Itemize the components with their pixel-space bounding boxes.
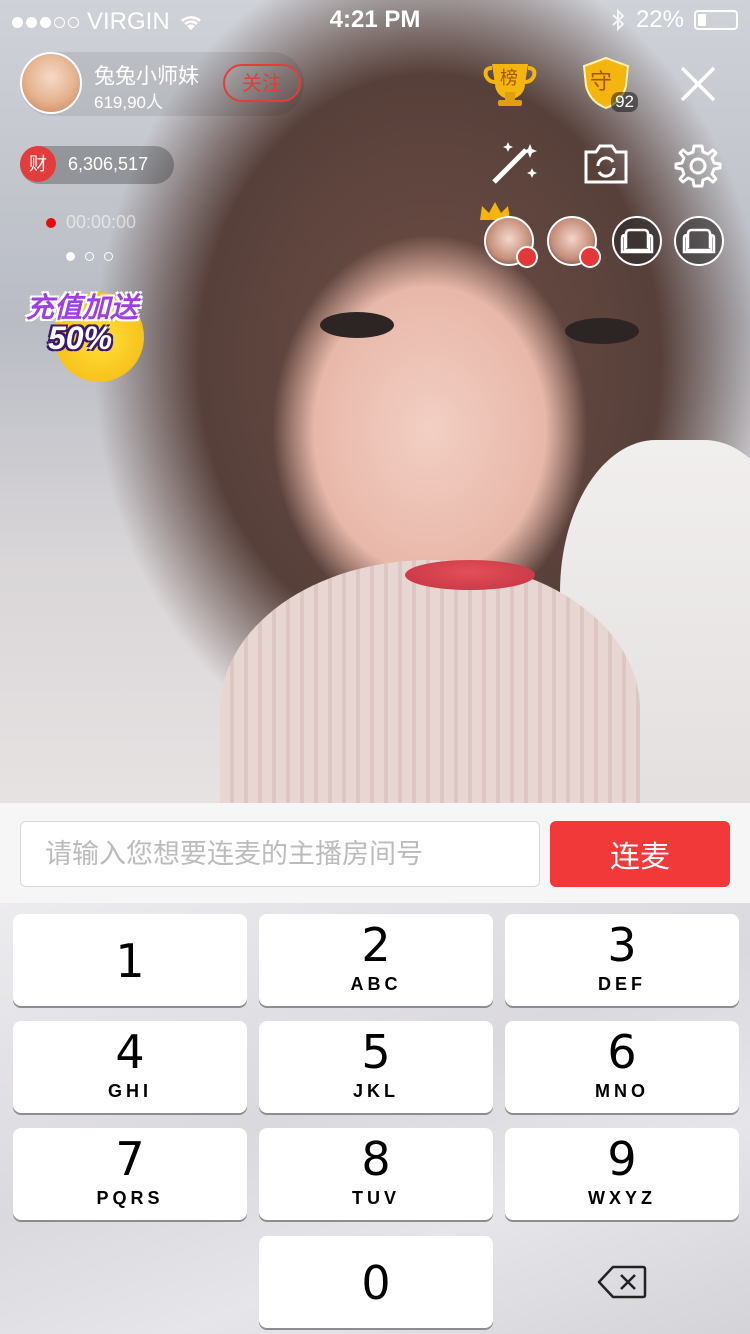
- recharge-promo-banner[interactable]: 充值加送 50%: [26, 272, 158, 382]
- sofa-badge-icon: [579, 246, 601, 268]
- battery-icon: [694, 10, 738, 30]
- wealth-icon: 财: [20, 146, 56, 182]
- rank-label: 榜: [500, 68, 518, 89]
- key-6[interactable]: 6 MNO: [505, 1021, 739, 1113]
- key-4[interactable]: 4 GHI: [13, 1021, 247, 1113]
- follow-button[interactable]: 关注: [223, 64, 301, 102]
- seat-user-1[interactable]: [484, 216, 538, 268]
- seat-user-2[interactable]: [547, 216, 601, 268]
- host-info[interactable]: 兔兔小师妹 619,90人 关注: [20, 52, 304, 116]
- bluetooth-icon: [612, 8, 625, 32]
- guard-count: 92: [611, 92, 638, 112]
- key-1[interactable]: 1: [13, 914, 247, 1006]
- promo-percent: 50%: [48, 320, 113, 356]
- connect-mic-button[interactable]: 连麦: [550, 821, 730, 887]
- key-5[interactable]: 5 JKL: [259, 1021, 493, 1113]
- key-2[interactable]: 2 ABC: [259, 914, 493, 1006]
- switch-camera-icon[interactable]: [578, 138, 634, 190]
- host-avatar[interactable]: [20, 52, 82, 114]
- close-icon[interactable]: [672, 58, 724, 110]
- guard-shield-icon[interactable]: 守 92: [574, 54, 638, 112]
- record-dot-icon: [46, 217, 56, 228]
- wealth-badge[interactable]: 财 6,306,517: [20, 146, 174, 184]
- backspace-icon[interactable]: [505, 1236, 739, 1328]
- sofa-badge-icon: [516, 246, 538, 268]
- host-name: 兔兔小师妹: [94, 65, 199, 88]
- viewer-count: 619,90人: [94, 93, 163, 112]
- battery-percent: 22%: [635, 6, 684, 33]
- timer-value: 00:00:00: [66, 212, 137, 232]
- live-timer: 00:00:00: [46, 212, 136, 233]
- settings-gear-icon[interactable]: [670, 138, 726, 194]
- beauty-wand-icon[interactable]: [485, 138, 543, 188]
- empty-seat-sofa-icon[interactable]: [612, 216, 662, 266]
- key-0[interactable]: 0: [259, 1236, 493, 1328]
- key-3[interactable]: 3 DEF: [505, 914, 739, 1006]
- live-room-screen: VIRGIN 4:21 PM 22% 兔兔小师妹 619,90人 关注 财 6,…: [0, 0, 750, 1334]
- camera-feed: [0, 0, 750, 803]
- guard-label: 守: [590, 70, 613, 95]
- empty-seat-sofa-icon[interactable]: [674, 216, 724, 266]
- page-indicator: [66, 252, 113, 261]
- status-bar: VIRGIN 4:21 PM 22%: [0, 0, 750, 40]
- key-8[interactable]: 8 TUV: [259, 1128, 493, 1220]
- room-number-input[interactable]: [20, 821, 540, 887]
- key-7[interactable]: 7 PQRS: [13, 1128, 247, 1220]
- connect-bar: 连麦: [0, 803, 750, 903]
- wealth-value: 6,306,517: [68, 154, 149, 174]
- numeric-keypad: 1 2 ABC 3 DEF 4 GHI 5 JKL 6 MNO 7 PQRS 8…: [0, 903, 750, 1334]
- rank-trophy-icon[interactable]: 榜: [482, 58, 538, 108]
- key-9[interactable]: 9 WXYZ: [505, 1128, 739, 1220]
